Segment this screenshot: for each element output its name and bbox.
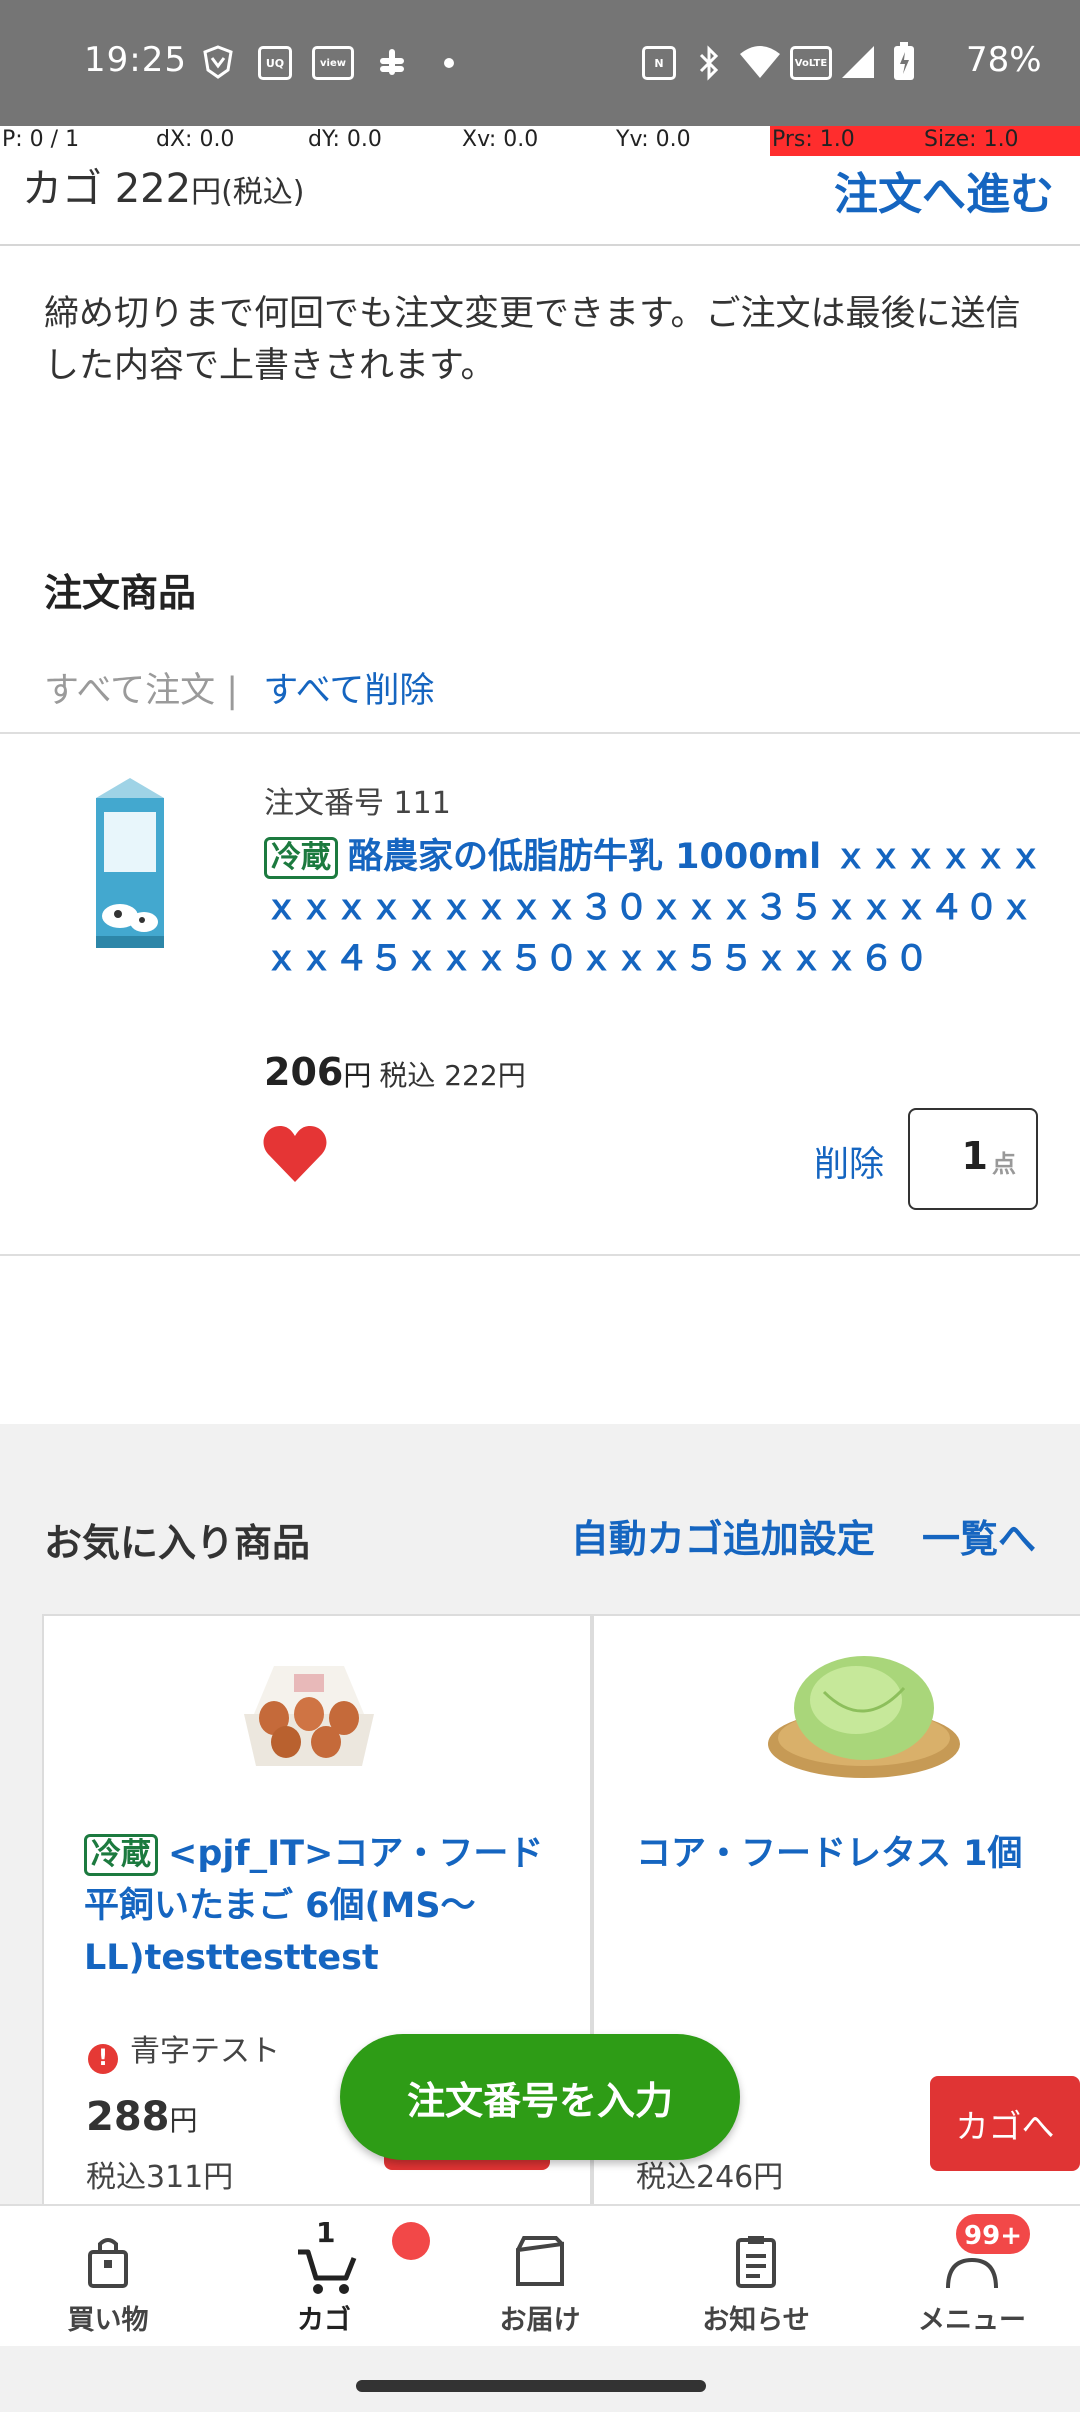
wifi-icon: [740, 46, 780, 78]
price-with-tax: 税込 222円: [379, 1059, 526, 1092]
delete-item-link[interactable]: 削除: [814, 1136, 884, 1187]
status-bar: 19:25 UQ view N VoLTE 78%: [0, 0, 1080, 126]
order-item-link[interactable]: 冷蔵 酪農家の低脂肪牛乳 1000ml ｘｘｘｘｘｘｘｘｘｘｘｘｘｘｘ３０ｘｘｘ３…: [264, 832, 1044, 985]
alert-icon: !: [88, 2044, 118, 2074]
cart-summary-header: カゴ 222円(税込) 注文へ進む: [0, 156, 1080, 246]
menu-badge: 99+: [954, 2212, 1032, 2256]
nav-notices[interactable]: お知らせ: [648, 2206, 864, 2348]
cart-total: カゴ 222円(税込): [22, 156, 305, 214]
nav-notices-label: お知らせ: [702, 2305, 810, 2336]
add-to-cart-button[interactable]: カゴへ: [930, 2076, 1080, 2171]
debug-xv: Xv: 0.0: [462, 127, 539, 152]
favorite-price-unit: 円: [169, 2104, 198, 2137]
warning-note: ! 青字テスト: [88, 2026, 280, 2074]
status-time: 19:25: [84, 40, 187, 80]
order-item-name: 酪農家の低脂肪牛乳 1000ml ｘｘｘｘｘｘｘｘｘｘｘｘｘｘｘ３０ｘｘｘ３５ｘ…: [264, 837, 1044, 979]
favorites-heading: お気に入り商品: [44, 1521, 311, 1565]
clipboard-icon: [736, 2236, 776, 2288]
chilled-tag: 冷蔵: [84, 1834, 158, 1876]
battery-icon: [894, 42, 914, 80]
order-all-link: すべて注文: [44, 671, 216, 711]
cart-amount: 222: [114, 166, 192, 212]
order-item-price: 206円 税込 222円: [264, 1050, 526, 1094]
favorite-tax-price: 税込311円: [86, 2160, 234, 2195]
quantity-unit: 点: [992, 1150, 1016, 1178]
nav-menu-label: メニュー: [918, 2305, 1026, 2336]
favorite-product-link[interactable]: 冷蔵 <pjf_IT>コア・フード平飼いたまご 6個(MS〜LL)testtest…: [84, 1828, 554, 1984]
quantity-value: 1: [961, 1134, 988, 1178]
signal-icon: [842, 46, 874, 78]
order-bulk-actions: すべて注文 | すべて削除: [44, 662, 434, 713]
bulk-separator: |: [226, 671, 239, 711]
cart-count: 1: [316, 2216, 336, 2249]
home-gesture-bar[interactable]: [356, 2380, 706, 2392]
enter-order-number-button[interactable]: 注文番号を入力: [340, 2034, 740, 2160]
favorite-price: 288円: [86, 2094, 198, 2140]
shopping-bag-icon: [88, 2238, 128, 2288]
delete-all-link[interactable]: すべて削除: [263, 671, 434, 711]
favorite-product-name: コア・フードレタス 1個: [636, 1834, 1023, 1874]
uniqlo-icon: UQ: [258, 46, 292, 80]
nfc-icon: N: [642, 46, 676, 80]
battery-percent: 78%: [966, 40, 1042, 80]
bluetooth-icon: [699, 45, 719, 81]
price-value: 206: [264, 1050, 344, 1094]
nav-delivery[interactable]: お届け: [432, 2206, 648, 2348]
slack-icon: [380, 49, 404, 75]
debug-dy: dY: 0.0: [308, 127, 382, 152]
bottom-navigation: 買い物 1 カゴ お届け お知らせ メニュー: [0, 2204, 1080, 2346]
auto-cart-settings-link[interactable]: 自動カゴ追加設定: [571, 1517, 875, 1561]
debug-dx: dX: 0.0: [156, 127, 235, 152]
order-items-heading: 注文商品: [44, 571, 197, 615]
volte-icon: VoLTE: [790, 46, 832, 80]
gesture-area: [0, 2346, 1080, 2412]
shield-icon: [203, 45, 233, 79]
nav-delivery-label: お届け: [499, 2305, 581, 2336]
eggs-image: [244, 1666, 374, 1766]
pointer-debug-overlay: P: 0 / 1 dX: 0.0 dY: 0.0 Xv: 0.0 Yv: 0.0…: [0, 126, 1080, 156]
favorite-product-link[interactable]: コア・フードレタス 1個: [636, 1828, 1080, 1880]
nav-shopping-label: 買い物: [67, 2305, 149, 2336]
proceed-to-order-link[interactable]: 注文へ進む: [834, 158, 1054, 222]
warning-text: 青字テスト: [130, 2034, 280, 2069]
milk-carton-image: [96, 778, 164, 948]
debug-pressure: Prs: 1.0: [770, 126, 922, 156]
order-change-notice: 締め切りまで何回でも注文変更できます。ご注文は最後に送信した内容で上書きされます…: [44, 294, 1021, 386]
divider: [0, 1254, 1080, 1256]
delivery-box-icon: [516, 2236, 564, 2286]
more-notifications-dot: [444, 58, 454, 68]
quantity-box[interactable]: 1 点: [908, 1108, 1038, 1210]
debug-pointer: P: 0 / 1: [2, 127, 80, 152]
cart-tax-note: (税込): [221, 175, 305, 210]
nav-shopping[interactable]: 買い物: [0, 2206, 216, 2348]
chilled-tag: 冷蔵: [264, 837, 338, 879]
debug-yv: Yv: 0.0: [616, 127, 691, 152]
cart-amount-unit: 円: [191, 175, 222, 210]
favorite-heart-icon[interactable]: [262, 1124, 328, 1184]
price-unit: 円: [343, 1059, 372, 1092]
divider: [0, 732, 1080, 734]
cart-icon: [298, 2249, 357, 2294]
favorites-links: 自動カゴ追加設定 一覧へ: [571, 1508, 1036, 1563]
view-icon: view: [312, 46, 354, 80]
debug-size: Size: 1.0: [922, 126, 1080, 156]
favorite-price-value: 288: [86, 2094, 170, 2140]
cart-label: カゴ: [22, 166, 102, 212]
order-number: 注文番号 111: [264, 786, 451, 821]
nav-cart-label: カゴ: [297, 2305, 351, 2336]
cart-alert-dot: [392, 2222, 430, 2260]
lettuce-image: [768, 1656, 960, 1778]
view-all-favorites-link[interactable]: 一覧へ: [922, 1517, 1036, 1561]
